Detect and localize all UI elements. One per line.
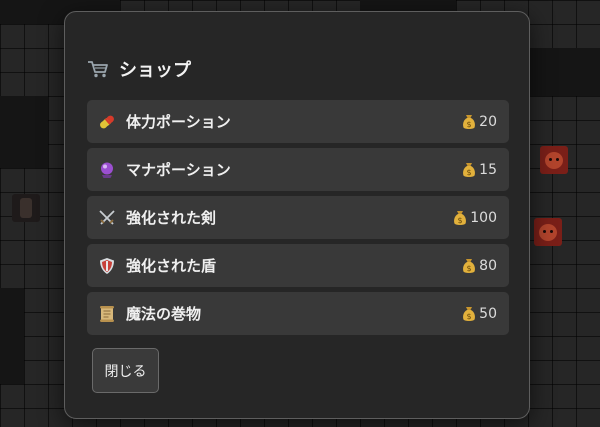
svg-text:$: $ <box>467 168 472 177</box>
money-bag-icon: $ <box>462 114 476 130</box>
shop-title: ショップ <box>119 60 191 81</box>
price-value: 100 <box>470 209 497 226</box>
enemy-eye <box>543 230 546 233</box>
pill-icon <box>97 112 117 132</box>
item-name: 魔法の巻物 <box>126 305 202 323</box>
shop-item-enhanced-sword[interactable]: 強化された剣 $ 100 <box>87 196 509 239</box>
enemy-eye <box>550 230 553 233</box>
price-value: 50 <box>479 305 497 322</box>
enemy-sprite[interactable] <box>534 218 562 246</box>
item-price: $ 20 <box>462 114 497 130</box>
shop-dialog: ショップ 体力ポーション $ 20 マナポーション $ 15 強化された剣 $ … <box>64 11 530 419</box>
shield-icon <box>97 256 117 276</box>
enemy-face <box>545 152 563 169</box>
money-bag-icon: $ <box>462 258 476 274</box>
money-bag-icon: $ <box>453 210 467 226</box>
shop-item-enhanced-shield[interactable]: 強化された盾 $ 80 <box>87 244 509 287</box>
enemy-eye <box>556 158 559 161</box>
item-price: $ 100 <box>453 210 497 226</box>
shop-item-health-potion[interactable]: 体力ポーション $ 20 <box>87 100 509 143</box>
enemy-body <box>20 198 32 218</box>
shop-item-magic-scroll[interactable]: 魔法の巻物 $ 50 <box>87 292 509 335</box>
shop-item-list: 体力ポーション $ 20 マナポーション $ 15 強化された剣 $ 100 強… <box>87 100 509 340</box>
crossed-swords-icon <box>97 208 117 228</box>
item-name: 強化された盾 <box>126 257 217 275</box>
svg-text:$: $ <box>458 216 463 225</box>
close-button[interactable]: 閉じる <box>92 348 159 393</box>
wall-block <box>0 96 48 168</box>
crystal-ball-icon <box>97 160 117 180</box>
item-price: $ 15 <box>462 162 497 178</box>
svg-text:$: $ <box>467 312 472 321</box>
money-bag-icon: $ <box>462 162 476 178</box>
shop-item-mana-potion[interactable]: マナポーション $ 15 <box>87 148 509 191</box>
shopping-cart-icon <box>87 59 109 79</box>
enemy-sprite[interactable] <box>540 146 568 174</box>
price-value: 20 <box>479 113 497 130</box>
enemy-eye <box>549 158 552 161</box>
enemy-sprite[interactable] <box>12 194 40 222</box>
price-value: 80 <box>479 257 497 274</box>
item-price: $ 50 <box>462 306 497 322</box>
scroll-icon <box>97 304 117 324</box>
wall-block <box>0 288 24 384</box>
price-value: 15 <box>479 161 497 178</box>
game-board: ショップ 体力ポーション $ 20 マナポーション $ 15 強化された剣 $ … <box>0 0 600 427</box>
svg-text:$: $ <box>467 120 472 129</box>
item-name: 強化された剣 <box>126 209 217 227</box>
money-bag-icon: $ <box>462 306 476 322</box>
item-name: 体力ポーション <box>126 113 231 131</box>
wall-block <box>530 48 600 96</box>
svg-text:$: $ <box>467 264 472 273</box>
item-price: $ 80 <box>462 258 497 274</box>
shop-header: ショップ <box>87 57 191 81</box>
item-name: マナポーション <box>126 161 231 179</box>
enemy-face <box>539 224 557 241</box>
